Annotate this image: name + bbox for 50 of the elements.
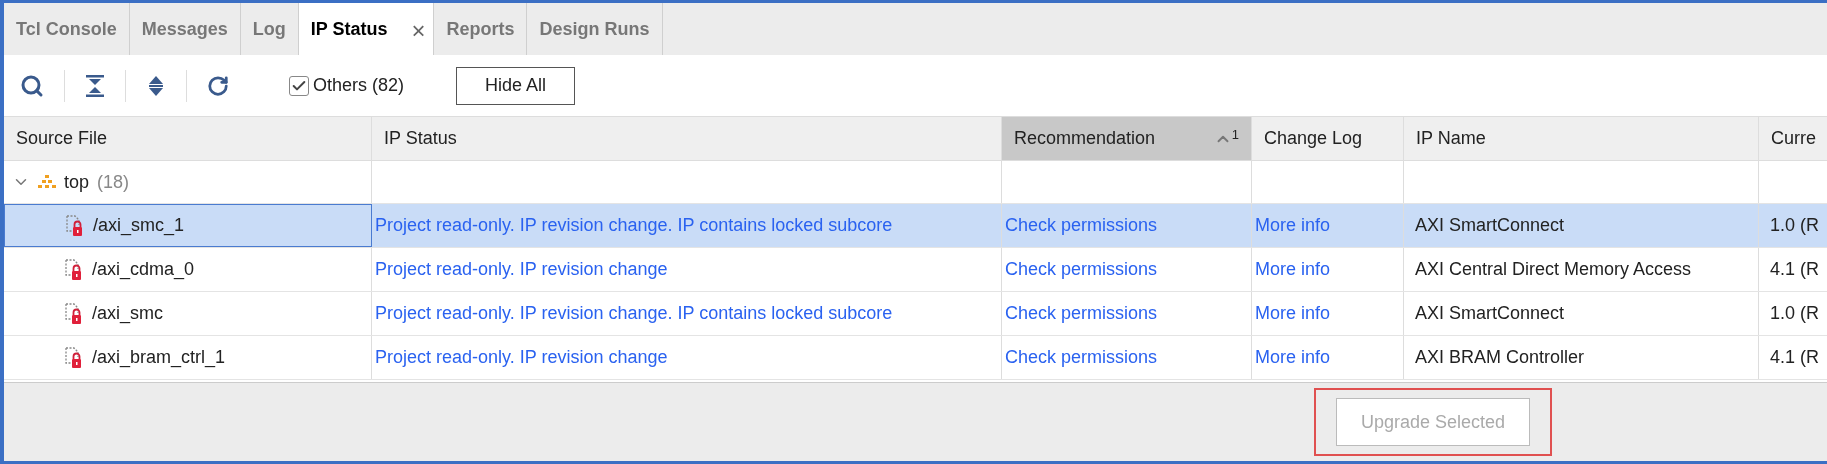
column-header[interactable]: Recommendation 1 [1002,117,1252,160]
locked-file-icon [64,302,84,325]
column-header[interactable]: Curre [1759,117,1827,160]
table-cell-text: 1.0 (R [1769,214,1820,237]
source-file: /axi_bram_ctrl_1 [92,346,226,370]
tab[interactable]: IP Status × [298,3,435,55]
link[interactable]: More info [1255,212,1331,239]
hide-all-button[interactable]: Hide All [456,66,576,105]
link[interactable]: Project read-only. IP revision change. IP contains locked subcore [375,212,893,239]
table-row[interactable]: /axi_cdma_0 Project read-only. IP revision change Check permissions More info AXI Central Direct Memory Access 4.1 (R [4,248,1827,292]
source-file: /axi_cdma_0 [92,258,195,282]
table-cell-text: AXI SmartConnect [1414,214,1565,237]
checkbox-label: Others (82) [313,74,405,97]
table-cell-text: AXI BRAM Controller [1414,346,1585,369]
link[interactable]: More info [1255,344,1331,371]
table-cell-text: AXI SmartConnect [1414,302,1565,325]
table-cell-text: 1.0 (R [1769,302,1820,325]
locked-file-icon [65,214,85,237]
expand-all-icon[interactable] [146,74,166,97]
locked-file-icon [64,346,84,369]
refresh-icon[interactable] [207,74,229,97]
link[interactable]: Check permissions [1005,344,1158,371]
source-file: /axi_smc [92,302,163,326]
column-header[interactable]: Change Log [1252,117,1404,160]
table-cell-text: AXI Central Direct Memory Access [1414,258,1692,281]
close-icon[interactable]: × [411,13,426,49]
link[interactable]: More info [1255,300,1331,327]
column-header[interactable]: IP Name [1404,117,1759,160]
link[interactable]: Check permissions [1005,212,1158,239]
table-cell-text: 4.1 (R [1769,258,1820,281]
column-header[interactable]: Source File [4,117,372,160]
table-row[interactable]: /axi_smc Project read-only. IP revision change. IP contains locked subcore Check permissions More info AXI SmartConnect 1.0 (R [4,292,1827,336]
group-name: top [64,170,90,194]
table-cell-text: 4.1 (R [1769,346,1820,369]
hierarchy-icon [38,175,56,189]
link[interactable]: Check permissions [1005,300,1158,327]
sort-rank: 1 [1231,125,1239,144]
checkbox[interactable] [289,75,309,96]
group-count: (18) [97,170,130,194]
link[interactable]: Project read-only. IP revision change. IP contains locked subcore [375,300,893,327]
locked-file-icon [64,258,84,281]
link[interactable]: Project read-only. IP revision change [375,344,668,371]
link[interactable]: Check permissions [1005,256,1158,283]
collapse-all-icon[interactable] [85,74,105,97]
link[interactable]: More info [1255,256,1331,283]
search-icon[interactable] [20,73,44,98]
table-row[interactable]: /axi_bram_ctrl_1 Project read-only. IP revision change Check permissions More info AXI BRAM Controller 4.1 (R [4,336,1827,380]
source-file: /axi_smc_1 [93,214,185,238]
table-row[interactable]: /axi_smc_1 Project read-only. IP revision change. IP contains locked subcore Check permissions More info AXI SmartConnect 1.0 (R [4,204,1827,248]
link[interactable]: Project read-only. IP revision change [375,256,668,283]
